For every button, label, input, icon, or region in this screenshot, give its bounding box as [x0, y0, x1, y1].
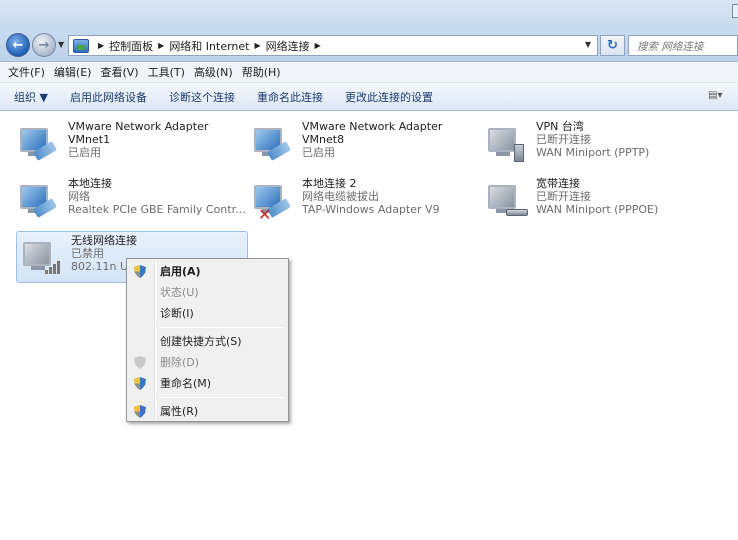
menu-create-shortcut[interactable]: 创建快捷方式(S) — [129, 331, 286, 352]
connection-device: Realtek PCIe GBE Family Contr... — [68, 203, 246, 216]
menu-tools[interactable]: 工具(T) — [148, 64, 185, 80]
refresh-icon: ↻ — [607, 38, 618, 53]
menu-separator — [159, 327, 284, 328]
connection-status: 已启用 — [302, 146, 335, 159]
back-button[interactable]: ← — [6, 33, 30, 57]
connection-name: 宽带连接 — [536, 177, 580, 190]
connection-vmnet8[interactable]: VMware Network Adapter VMnet8 已启用 — [248, 118, 480, 170]
connection-broadband[interactable]: 宽带连接 已断开连接 WAN Miniport (PPPOE) — [482, 175, 714, 227]
menu-enable[interactable]: 启用(A) — [129, 261, 286, 282]
menu-properties[interactable]: 属性(R) — [129, 401, 286, 422]
breadcrumb-separator-icon[interactable]: ▶ — [158, 41, 164, 50]
window-button[interactable] — [732, 4, 738, 18]
uac-shield-icon — [134, 405, 146, 418]
menu-enable-label: 启用(A) — [160, 265, 201, 278]
diagnose-button[interactable]: 诊断这个连接 — [169, 89, 235, 105]
menu-rename[interactable]: 重命名(M) — [129, 373, 286, 394]
menu-delete[interactable]: 删除(D) — [129, 352, 286, 373]
connection-name: 本地连接 — [68, 177, 112, 190]
connection-status: 已断开连接 — [536, 190, 591, 203]
menu-create-shortcut-label: 创建快捷方式(S) — [160, 335, 242, 348]
disconnected-adapter-icon: ✕ — [254, 181, 298, 224]
breadcrumb-separator-icon[interactable]: ▶ — [98, 41, 104, 50]
vpn-connection-icon — [488, 124, 532, 164]
breadcrumb-separator-icon[interactable]: ▶ — [255, 41, 261, 50]
broadband-connection-icon — [488, 181, 532, 221]
connections-list: VMware Network Adapter VMnet1 已启用 VMware… — [0, 112, 738, 540]
menu-status[interactable]: 状态(U) — [129, 282, 286, 303]
back-arrow-icon: ← — [12, 37, 24, 53]
organize-button[interactable]: 组织 ▼ — [14, 89, 48, 105]
menu-bar: 文件(F) 编辑(E) 查看(V) 工具(T) 高级(N) 帮助(H) — [0, 62, 738, 83]
title-bar — [0, 0, 738, 30]
address-row: ← → ▼ ▶ 控制面板 ▶ 网络和 Internet ▶ 网络连接 ▶ ▼ ↻… — [0, 30, 738, 62]
connection-local-2[interactable]: ✕ 本地连接 2 网络电缆被拔出 TAP-Windows Adapter V9 — [248, 175, 480, 227]
uac-shield-icon — [134, 377, 146, 390]
search-input[interactable]: 搜索 网络连接 — [628, 35, 738, 56]
recent-pages-dropdown[interactable]: ▼ — [58, 40, 64, 49]
menu-separator — [159, 397, 284, 398]
refresh-button[interactable]: ↻ — [600, 35, 625, 56]
control-panel-icon — [73, 38, 89, 53]
address-bar[interactable]: ▶ 控制面板 ▶ 网络和 Internet ▶ 网络连接 ▶ ▼ — [68, 35, 598, 56]
signal-bars-icon — [45, 260, 65, 274]
breadcrumb-network-connections[interactable]: 网络连接 — [266, 38, 310, 54]
command-bar: 组织 ▼ 启用此网络设备 诊断这个连接 重命名此连接 更改此连接的设置 ▤▾ — [0, 83, 738, 111]
connection-status: 网络电缆被拔出 — [302, 190, 379, 203]
menu-diagnose-label: 诊断(I) — [160, 307, 194, 320]
uac-shield-icon — [134, 265, 146, 278]
connection-name: VMware Network Adapter — [302, 120, 443, 133]
view-options-icon[interactable]: ▤▾ — [708, 90, 732, 103]
connection-status: 已启用 — [68, 146, 101, 159]
menu-properties-label: 属性(R) — [160, 405, 199, 418]
menu-edit[interactable]: 编辑(E) — [54, 64, 92, 80]
connection-status: 网络 — [68, 190, 90, 203]
context-menu: 启用(A) 状态(U) 诊断(I) 创建快捷方式(S) 删除(D) 重命名(M)… — [126, 258, 289, 422]
forward-button[interactable]: → — [32, 33, 56, 57]
menu-diagnose[interactable]: 诊断(I) — [129, 303, 286, 324]
change-settings-button[interactable]: 更改此连接的设置 — [345, 89, 433, 105]
menu-file[interactable]: 文件(F) — [8, 64, 45, 80]
connection-name: 无线网络连接 — [71, 234, 137, 247]
network-adapter-icon — [254, 124, 298, 164]
connection-device: WAN Miniport (PPTP) — [536, 146, 650, 159]
menu-help[interactable]: 帮助(H) — [242, 64, 281, 80]
network-adapter-icon — [20, 181, 64, 221]
connection-device: TAP-Windows Adapter V9 — [302, 203, 440, 216]
menu-delete-label: 删除(D) — [160, 356, 200, 369]
disconnected-x-icon: ✕ — [258, 205, 272, 224]
connection-subname: VMnet8 — [302, 133, 345, 146]
connection-status: 已断开连接 — [536, 133, 591, 146]
menu-view[interactable]: 查看(V) — [100, 64, 138, 80]
breadcrumb-control-panel[interactable]: 控制面板 — [109, 38, 153, 54]
connection-subname: VMnet1 — [68, 133, 111, 146]
enable-device-button[interactable]: 启用此网络设备 — [70, 89, 147, 105]
menu-rename-label: 重命名(M) — [160, 377, 212, 390]
menu-advanced[interactable]: 高级(N) — [194, 64, 233, 80]
rename-button[interactable]: 重命名此连接 — [257, 89, 323, 105]
network-adapter-icon — [20, 124, 64, 164]
forward-arrow-icon: → — [38, 37, 50, 53]
wireless-adapter-icon — [23, 238, 67, 278]
address-dropdown-icon[interactable]: ▼ — [585, 40, 591, 49]
connection-name: 本地连接 2 — [302, 177, 357, 190]
connection-name: VMware Network Adapter — [68, 120, 209, 133]
connection-device: WAN Miniport (PPPOE) — [536, 203, 659, 216]
connection-vpn-taiwan[interactable]: VPN 台湾 已断开连接 WAN Miniport (PPTP) — [482, 118, 714, 170]
breadcrumb-separator-icon[interactable]: ▶ — [315, 41, 321, 50]
breadcrumb-network-internet[interactable]: 网络和 Internet — [169, 38, 249, 54]
connection-name: VPN 台湾 — [536, 120, 584, 133]
menu-status-label: 状态(U) — [160, 286, 199, 299]
uac-shield-icon — [134, 356, 146, 369]
connection-vmnet1[interactable]: VMware Network Adapter VMnet1 已启用 — [14, 118, 246, 170]
connection-local[interactable]: 本地连接 网络 Realtek PCIe GBE Family Contr... — [14, 175, 246, 227]
